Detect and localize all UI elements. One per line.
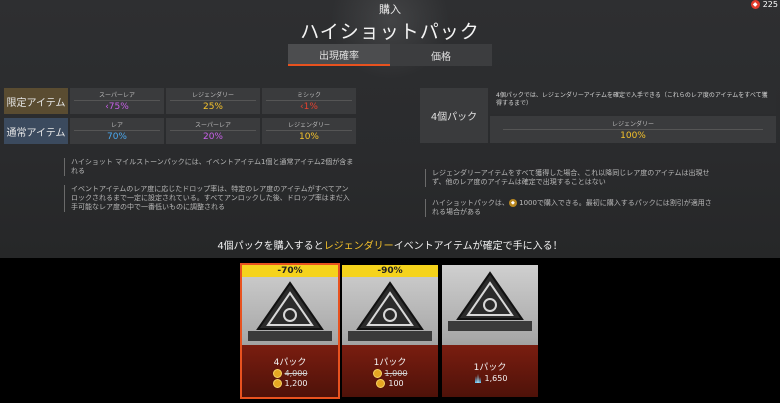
rarity-row-limited: 限定アイテム スーパーレア ‹75% レジェンダリー 25% ミシック ‹1% — [4, 88, 412, 114]
rarity-cell: スーパーレア 20% — [166, 118, 260, 144]
four-pack-description: 4個パックでは、レジェンダリーアイテムを確定で入手できる（これらのレア度のアイテ… — [490, 88, 776, 114]
tab-price[interactable]: 価格 — [390, 44, 492, 66]
tier-label: スーパーレア — [170, 120, 256, 131]
note-drop-rate: イベントアイテムのレア度に応じたドロップ率は、特定のレア度のアイテムがすべてアン… — [64, 185, 354, 212]
tab-bar: 出現確率 価格 — [288, 44, 492, 66]
tier-rate: 25% — [202, 102, 223, 112]
apex-coin-icon — [376, 378, 386, 388]
pack-name: 1パック — [473, 362, 507, 373]
note-legendary: レジェンダリーアイテムをすべて獲得した場合、これ以降同じレア度のアイテムは出現せ… — [425, 169, 717, 187]
price: 1,650 — [484, 373, 508, 383]
promo-banner: 4個パックを購入するとレジェンダリーイベントアイテムが確定で手に入る！ — [217, 241, 563, 252]
pack-name: 1パック — [373, 357, 407, 368]
tier-rate: 10% — [298, 132, 319, 142]
tier-rate: 20% — [202, 132, 223, 142]
tier-rate: ‹1% — [300, 102, 318, 112]
apex-pack-icon — [348, 281, 432, 341]
tier-rate: 100% — [620, 130, 646, 141]
note-milestone: ハイショット マイルストーンパックには、イベントアイテム1個と通常アイテム2個が… — [64, 158, 354, 176]
price: 100 — [388, 378, 404, 388]
page-title: ハイショットパック — [300, 21, 480, 43]
row-label: 限定アイテム — [4, 88, 68, 114]
apex-coin-icon — [272, 368, 282, 378]
crafting-metals-icon — [474, 373, 481, 383]
tab-drop-rates[interactable]: 出現確率 — [288, 44, 390, 66]
rarity-cell: レア 70% — [70, 118, 164, 144]
old-price: 1,000 — [384, 368, 408, 378]
tier-label: スーパーレア — [74, 90, 160, 101]
tier-label: レア — [74, 120, 160, 131]
currency-display: ◆ 225 — [750, 0, 778, 9]
rarity-table: 限定アイテム スーパーレア ‹75% レジェンダリー 25% ミシック ‹1% … — [4, 88, 412, 148]
apex-coin-icon — [272, 378, 282, 388]
tier-label: ミシック — [266, 90, 352, 101]
rarity-row-normal: 通常アイテム レア 70% スーパーレア 20% レジェンダリー 10% — [4, 118, 412, 144]
page-label: 購入 — [379, 3, 401, 16]
pack-card-four[interactable]: -70% 4パック 4,000 1,200 — [240, 263, 340, 399]
four-pack-label: 4個パック — [420, 88, 488, 143]
currency-value: 225 — [762, 0, 778, 9]
row-label: 通常アイテム — [4, 118, 68, 144]
discount-badge: -70% — [242, 265, 338, 277]
tier-rate: 70% — [106, 132, 127, 142]
pack-name: 4パック — [273, 357, 307, 368]
apex-pack-icon — [248, 281, 332, 341]
tier-label: レジェンダリー — [170, 90, 256, 101]
discount-badge: -90% — [342, 265, 438, 277]
old-price: 4,000 — [284, 368, 308, 378]
rarity-cell: レジェンダリー 10% — [262, 118, 356, 144]
apex-coin-icon — [372, 368, 382, 378]
four-pack-guarantee: 4個パック 4個パックでは、レジェンダリーアイテムを確定で入手できる（これらのレ… — [420, 88, 776, 143]
tier-rate: ‹75% — [105, 102, 129, 112]
tier-label: レジェンダリー — [266, 120, 352, 131]
price: 1,200 — [284, 378, 308, 388]
tier-label: レジェンダリー — [503, 119, 763, 130]
apex-coin-icon: ◆ — [508, 199, 517, 207]
rarity-cell: ミシック ‹1% — [262, 88, 356, 114]
rarity-cell: レジェンダリー 25% — [166, 88, 260, 114]
pack-card-one-discount[interactable]: -90% 1パック 1,000 100 — [342, 265, 438, 397]
note-price: ハイショットパックは、 ◆ 1000で購入できる。最初に購入するパックには割引が適… — [425, 199, 717, 217]
apex-pack-icon — [448, 271, 532, 331]
four-pack-cell: レジェンダリー 100% — [490, 116, 776, 143]
rarity-cell: スーパーレア ‹75% — [70, 88, 164, 114]
apex-coin-icon: ◆ — [750, 0, 760, 9]
pack-card-one-metals[interactable]: 1パック 1,650 — [442, 265, 538, 397]
